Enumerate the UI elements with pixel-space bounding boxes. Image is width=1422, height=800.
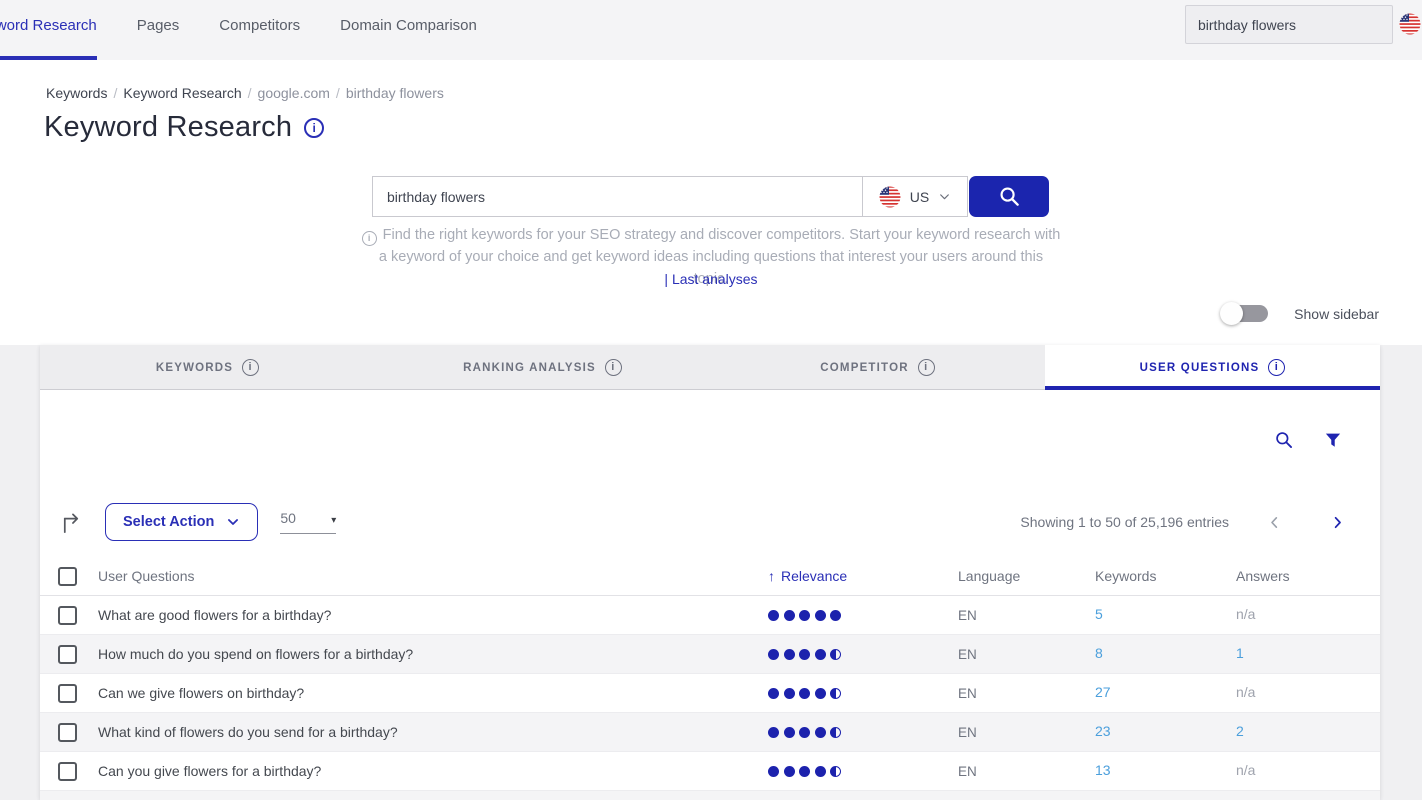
country-select[interactable]: US: [862, 176, 968, 217]
row-checkbox[interactable]: [58, 606, 77, 625]
row-checkbox[interactable]: [58, 645, 77, 664]
relevance-dots: [768, 610, 958, 621]
row-checkbox[interactable]: [58, 723, 77, 742]
table-row: What are good flowers for a birthday? EN…: [40, 596, 1380, 635]
info-icon: i: [362, 231, 377, 246]
toggle-knob: [1220, 302, 1243, 325]
country-code: US: [910, 189, 929, 205]
language-value: EN: [958, 725, 1095, 740]
table-row: What kind of flowers do you send for a b…: [40, 713, 1380, 752]
hero-section: Keywords / Keyword Research / google.com / bir…: [0, 60, 1422, 345]
sort-asc-icon: ↑: [768, 568, 775, 584]
relevance-dots: [768, 727, 958, 738]
relevance-dots: [768, 649, 958, 660]
show-sidebar-label: Show sidebar: [1294, 306, 1379, 322]
language-value: EN: [958, 608, 1095, 623]
answers-value[interactable]: 1: [1236, 645, 1244, 661]
language-value: EN: [958, 764, 1095, 779]
breadcrumb-separator: /: [336, 85, 340, 101]
relevance-dots: [768, 688, 958, 699]
question-text: Can we give flowers on birthday?: [98, 685, 768, 701]
nav-item-keyword-research[interactable]: Keyword Research: [0, 0, 97, 60]
search-icon: [998, 185, 1021, 208]
chevron-down-icon: [226, 515, 240, 529]
next-page-icon[interactable]: [1330, 515, 1345, 530]
info-icon[interactable]: i: [242, 359, 259, 376]
show-sidebar-toggle[interactable]: [1222, 305, 1268, 322]
pipe-divider: |: [664, 271, 668, 287]
nav-item-pages[interactable]: Pages: [137, 0, 180, 60]
caret-down-icon: ▾: [331, 515, 336, 526]
keywords-count-link[interactable]: 27: [1095, 684, 1111, 700]
page-title: Keyword Research: [44, 111, 292, 144]
question-text: How much do you spend on flowers for a b…: [98, 646, 768, 662]
row-checkbox[interactable]: [58, 762, 77, 781]
last-analyses-link[interactable]: | Last analyses: [361, 271, 1061, 287]
table-row: Can you give flowers for a birthday? EN …: [40, 752, 1380, 791]
table-search-icon[interactable]: [1274, 430, 1294, 450]
us-flag-icon: [879, 186, 901, 208]
table-row-partial: [40, 791, 1380, 800]
row-checkbox[interactable]: [58, 684, 77, 703]
top-nav: Keyword Research Pages Competitors Domai…: [0, 0, 1422, 60]
breadcrumb-keyword-research[interactable]: Keyword Research: [123, 85, 241, 101]
breadcrumb-domain[interactable]: google.com: [258, 85, 330, 101]
keywords-count-link[interactable]: 5: [1095, 606, 1103, 622]
select-action-button[interactable]: Select Action: [105, 503, 258, 541]
table-row: Can we give flowers on birthday? EN 27 n…: [40, 674, 1380, 713]
nav-item-competitors[interactable]: Competitors: [219, 0, 300, 60]
question-text: What kind of flowers do you send for a b…: [98, 724, 768, 740]
keywords-count-link[interactable]: 23: [1095, 723, 1111, 739]
language-value: EN: [958, 686, 1095, 701]
breadcrumb-keywords[interactable]: Keywords: [46, 85, 107, 101]
answers-value: n/a: [1236, 606, 1255, 622]
tab-ranking-analysis[interactable]: RANKING ANALYSIS i: [375, 345, 710, 390]
export-icon[interactable]: [60, 511, 83, 534]
info-icon[interactable]: i: [304, 118, 324, 138]
keyword-input[interactable]: [372, 176, 862, 217]
nav-item-domain-comparison[interactable]: Domain Comparison: [340, 0, 477, 60]
tab-competitor[interactable]: COMPETITOR i: [710, 345, 1045, 390]
table-header-row: User Questions ↑Relevance Language Keywo…: [40, 557, 1380, 596]
topbar-search-input[interactable]: [1185, 5, 1393, 44]
keywords-count-link[interactable]: 8: [1095, 645, 1103, 661]
col-header-keywords: Keywords: [1095, 568, 1236, 584]
col-header-user-questions: User Questions: [98, 568, 768, 584]
results-card: KEYWORDS i RANKING ANALYSIS i COMPETITOR…: [40, 345, 1380, 800]
info-icon[interactable]: i: [918, 359, 935, 376]
info-icon[interactable]: i: [605, 359, 622, 376]
tab-user-questions[interactable]: USER QUESTIONS i: [1045, 345, 1380, 390]
breadcrumb-separator: /: [248, 85, 252, 101]
col-header-answers: Answers: [1236, 568, 1380, 584]
question-text: Can you give flowers for a birthday?: [98, 763, 768, 779]
question-text: What are good flowers for a birthday?: [98, 607, 768, 623]
filter-icon[interactable]: [1324, 431, 1342, 449]
keywords-count-link[interactable]: 13: [1095, 762, 1111, 778]
answers-value: n/a: [1236, 684, 1255, 700]
pagination-status: Showing 1 to 50 of 25,196 entries: [1020, 514, 1229, 530]
breadcrumb: Keywords / Keyword Research / google.com / bir…: [46, 85, 444, 101]
results-tabs: KEYWORDS i RANKING ANALYSIS i COMPETITOR…: [40, 345, 1380, 390]
col-header-language: Language: [958, 568, 1095, 584]
breadcrumb-separator: /: [113, 85, 117, 101]
answers-value: n/a: [1236, 762, 1255, 778]
relevance-dots: [768, 766, 958, 777]
tab-keywords[interactable]: KEYWORDS i: [40, 345, 375, 390]
us-flag-icon[interactable]: [1399, 13, 1421, 40]
keyword-search-group: US: [372, 176, 1049, 217]
language-value: EN: [958, 647, 1095, 662]
prev-page-icon[interactable]: [1267, 515, 1282, 530]
table-row: How much do you spend on flowers for a b…: [40, 635, 1380, 674]
breadcrumb-keyword: birthday flowers: [346, 85, 444, 101]
info-icon[interactable]: i: [1268, 359, 1285, 376]
chevron-down-icon: [938, 190, 951, 203]
answers-value[interactable]: 2: [1236, 723, 1244, 739]
select-all-checkbox[interactable]: [58, 567, 77, 586]
col-header-relevance[interactable]: ↑Relevance: [768, 568, 958, 584]
search-button[interactable]: [969, 176, 1049, 217]
page-background: KEYWORDS i RANKING ANALYSIS i COMPETITOR…: [0, 345, 1422, 800]
page-size-select[interactable]: 50 ▾: [280, 510, 336, 534]
